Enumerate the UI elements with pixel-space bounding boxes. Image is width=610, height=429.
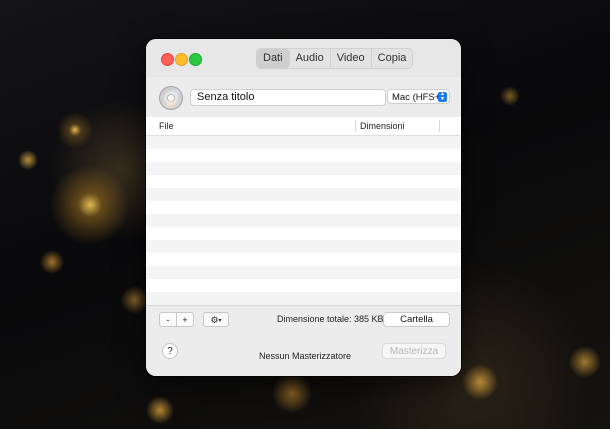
table-rows[interactable]	[146, 136, 461, 305]
table-row	[146, 188, 461, 201]
table-row	[146, 149, 461, 162]
burn-app-window: Dati Audio Video Copia Mac (HFS+) ▴▾ Fil…	[146, 39, 461, 376]
column-header-size[interactable]: Dimensioni	[360, 117, 405, 135]
remove-file-button[interactable]: -	[159, 312, 177, 327]
table-row	[146, 240, 461, 253]
window-footer: ? Nessun Masterizzatore Masterizza	[146, 332, 461, 376]
add-file-button[interactable]: +	[176, 312, 194, 327]
table-row	[146, 201, 461, 214]
close-window-button[interactable]	[161, 53, 174, 66]
table-toolbar: - + ⚙▾ Dimensione totale: 385 KB Cartell…	[146, 305, 461, 333]
table-row	[146, 214, 461, 227]
gear-icon: ⚙	[210, 315, 219, 325]
action-menu-button[interactable]: ⚙▾	[203, 312, 229, 327]
help-button[interactable]: ?	[162, 343, 178, 359]
total-size-label: Dimensione totale: 385 KB	[277, 314, 384, 324]
table-header: File Dimensioni	[146, 117, 461, 136]
table-row	[146, 162, 461, 175]
file-system-select[interactable]: Mac (HFS+) ▴ ▾	[387, 89, 450, 104]
tab-audio[interactable]: Audio	[290, 49, 331, 68]
mode-tabs: Dati Audio Video Copia	[256, 48, 414, 69]
file-system-selected: Mac (HFS+)	[392, 92, 444, 103]
folder-button[interactable]: Cartella	[383, 312, 450, 327]
chevron-down-icon: ▾	[218, 318, 222, 324]
burn-button[interactable]: Masterizza	[382, 343, 446, 359]
disc-title-input[interactable]	[190, 89, 386, 106]
title-bar: Dati Audio Video Copia	[146, 39, 461, 77]
table-row	[146, 279, 461, 292]
minimize-window-button[interactable]	[175, 53, 188, 66]
select-arrows-icon: ▴ ▾	[438, 91, 447, 102]
table-row	[146, 292, 461, 305]
tab-dati[interactable]: Dati	[257, 49, 290, 68]
tab-video[interactable]: Video	[331, 49, 372, 68]
file-table: File Dimensioni	[146, 117, 461, 305]
table-row	[146, 253, 461, 266]
table-row	[146, 227, 461, 240]
tab-copia[interactable]: Copia	[372, 49, 413, 68]
table-row	[146, 175, 461, 188]
disc-icon	[159, 86, 183, 110]
table-row	[146, 136, 461, 149]
column-header-file[interactable]: File	[159, 117, 174, 135]
burner-status-text: Nessun Masterizzatore	[259, 351, 352, 361]
table-row	[146, 266, 461, 279]
zoom-window-button[interactable]	[189, 53, 202, 66]
column-divider	[439, 120, 440, 132]
column-divider	[355, 120, 356, 132]
